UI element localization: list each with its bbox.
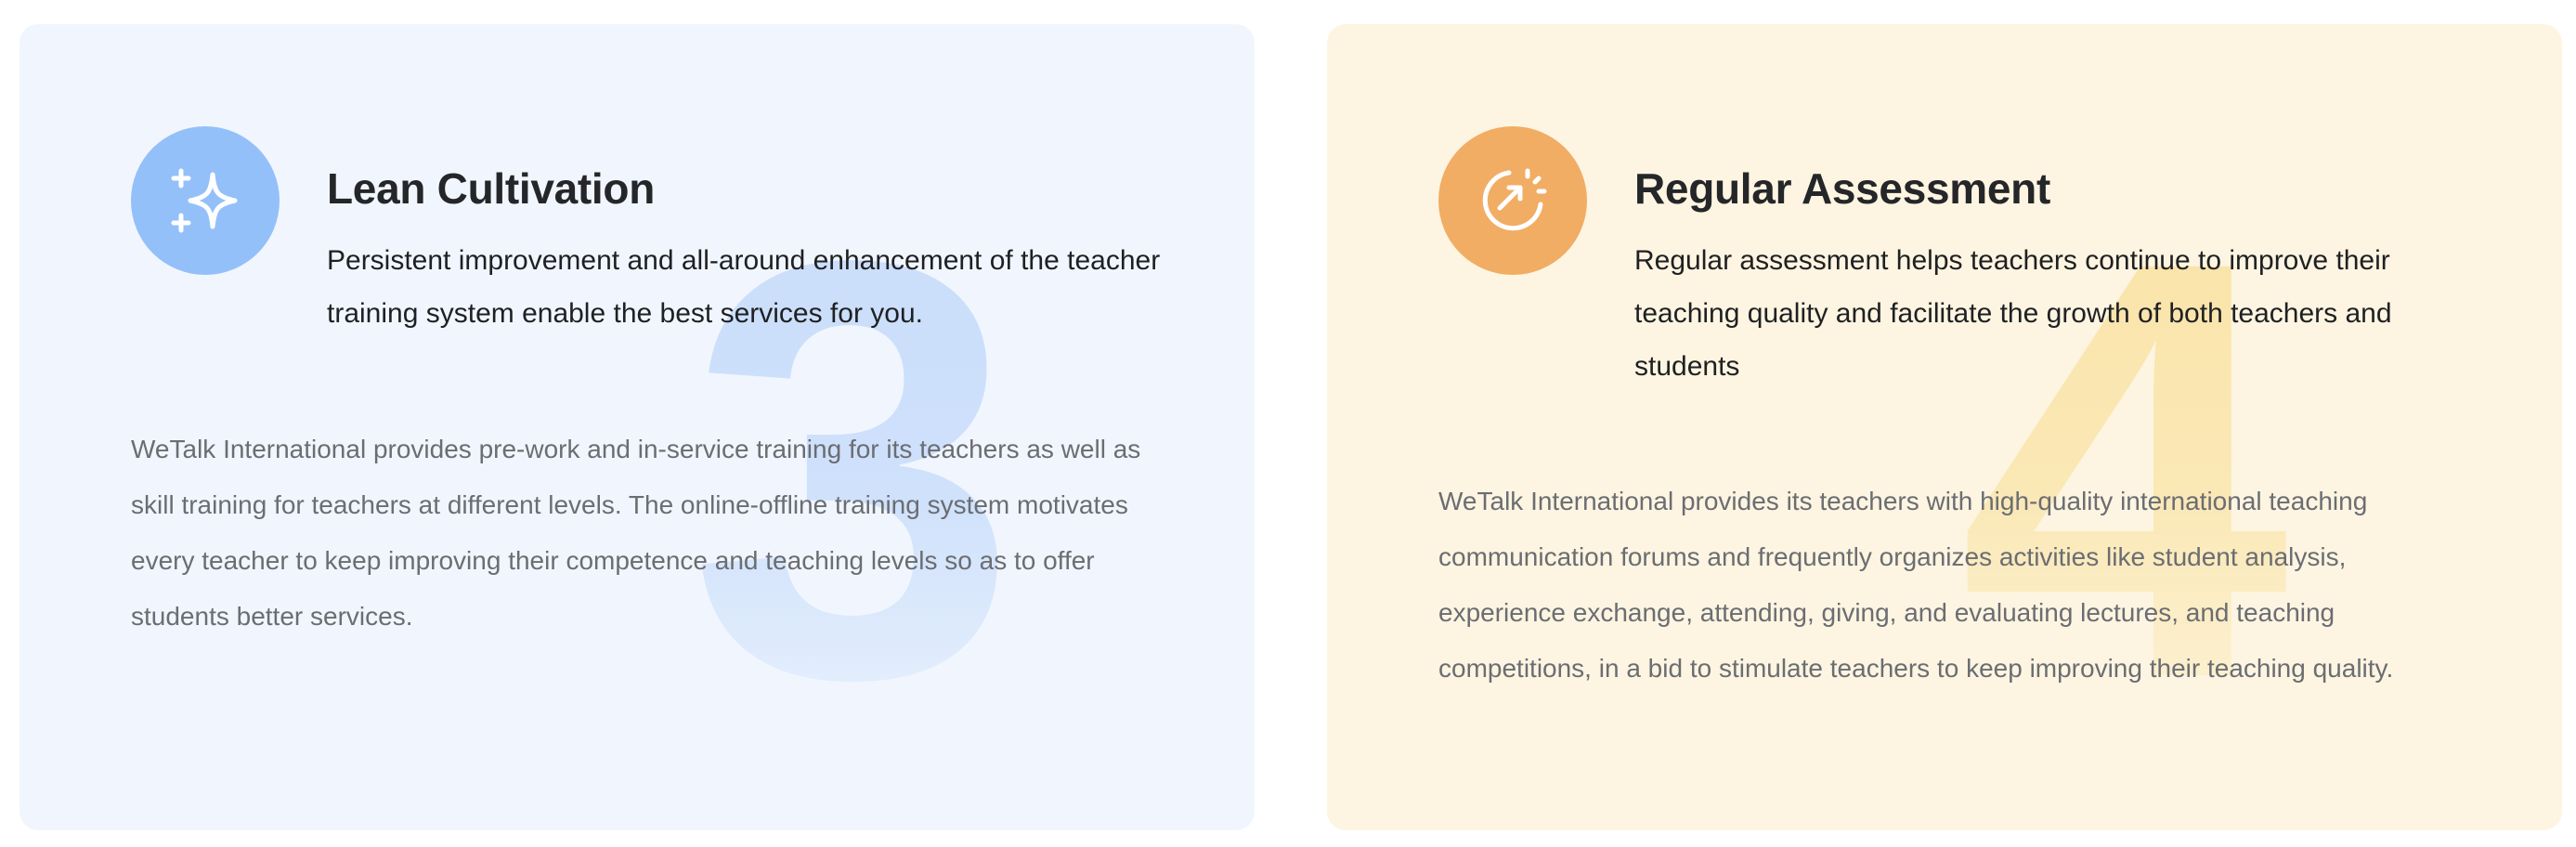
- icon-badge: [131, 126, 280, 275]
- feature-card-regular-assessment: 4 Regular Assessment Regular assessment …: [1327, 24, 2562, 830]
- growth-gauge-icon: [1482, 168, 1547, 231]
- card-subtitle: Persistent improvement and all-around en…: [327, 245, 1161, 329]
- card-body-text: WeTalk International provides pre-work a…: [131, 435, 1141, 631]
- card-body-text: WeTalk International provides its teache…: [1438, 487, 2394, 683]
- card-title: Regular Assessment: [1634, 164, 2050, 213]
- icon-badge: [1438, 126, 1587, 275]
- card-title: Lean Cultivation: [327, 164, 656, 213]
- sparkle-icon: [171, 168, 238, 233]
- card-subtitle: Regular assessment helps teachers contin…: [1634, 245, 2392, 382]
- feature-cards: 3 Lean Cultivation Persistent improvemen…: [0, 0, 2576, 847]
- feature-card-lean-cultivation: 3 Lean Cultivation Persistent improvemen…: [20, 24, 1255, 830]
